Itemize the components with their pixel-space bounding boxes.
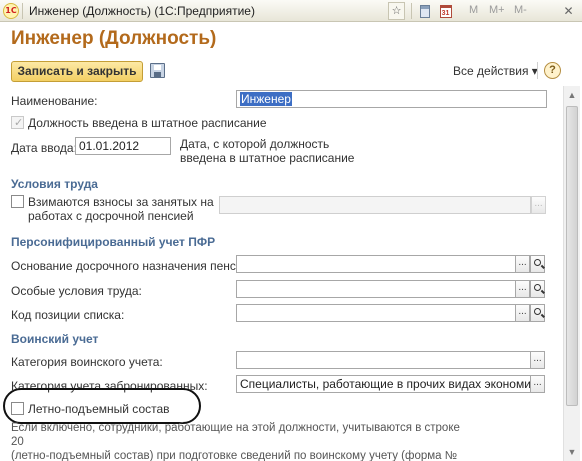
vertical-scrollbar[interactable]: ▲ ▼: [563, 86, 580, 461]
reserved-category-select-button[interactable]: ...: [530, 375, 545, 393]
pension-basis-label: Основание досрочного назначения пенсии:: [11, 259, 253, 273]
calculator-icon[interactable]: [416, 2, 433, 20]
form-title: Инженер (Должность): [11, 28, 217, 49]
header-divider: [537, 62, 538, 79]
list-position-select-button[interactable]: ...: [515, 304, 530, 322]
special-conditions-select-button[interactable]: ...: [515, 280, 530, 298]
scroll-up-icon[interactable]: ▲: [567, 90, 577, 100]
date-hint-line1: Дата, с которой должность: [180, 137, 330, 151]
name-label: Наименование:: [11, 94, 98, 108]
help-icon[interactable]: ?: [544, 62, 561, 79]
titlebar-divider: [22, 3, 23, 19]
all-actions-menu[interactable]: Все действия ▾: [453, 64, 538, 78]
save-and-close-button[interactable]: Записать и закрыть: [11, 61, 143, 82]
titlebar-divider-2: [411, 3, 412, 19]
name-input[interactable]: Инженер: [236, 90, 547, 108]
section-title-work-conditions: Условия труда: [11, 177, 98, 191]
flight-crew-note-line1: Если включено, сотрудники, работающие на…: [11, 422, 460, 448]
staff-schedule-checkbox[interactable]: ✓: [11, 116, 24, 129]
pension-basis-input[interactable]: [236, 255, 516, 273]
scroll-down-icon[interactable]: ▼: [567, 447, 577, 457]
staff-schedule-label: Должность введена в штатное расписание: [28, 116, 267, 130]
pension-basis-search-button[interactable]: [530, 255, 545, 273]
military-category-label: Категория воинского учета:: [11, 355, 163, 369]
special-conditions-label: Особые условия труда:: [11, 284, 142, 298]
list-position-input[interactable]: [236, 304, 516, 322]
scroll-thumb[interactable]: [566, 106, 578, 406]
memory-m-button[interactable]: M: [469, 4, 478, 16]
section-title-military: Воинский учет: [11, 332, 99, 346]
flight-crew-checkbox[interactable]: [11, 402, 24, 415]
close-icon[interactable]: ✕: [560, 2, 577, 20]
date-label: Дата ввода:: [11, 141, 77, 155]
reserved-category-input[interactable]: Специалисты, работающие в прочих видах э…: [236, 375, 531, 393]
military-category-select-button[interactable]: ...: [530, 351, 545, 369]
early-pension-select-button: ...: [531, 196, 546, 214]
military-category-input[interactable]: [236, 351, 531, 369]
flight-crew-note: Если включено, сотрудники, работающие на…: [11, 421, 471, 461]
date-input[interactable]: 01.01.2012: [75, 137, 171, 155]
search-icon: [534, 284, 541, 291]
search-icon: [534, 259, 541, 266]
search-icon: [534, 308, 541, 315]
section-title-pfr: Персонифицированный учет ПФР: [11, 235, 216, 249]
early-pension-label-line1: Взимаются взносы за занятых на: [28, 195, 214, 209]
save-disk-icon[interactable]: [150, 63, 165, 78]
early-pension-input: [219, 196, 531, 214]
window-titlebar: 1С Инженер (Должность) (1С:Предприятие) …: [0, 0, 582, 22]
memory-minus-button[interactable]: M-: [514, 4, 527, 16]
list-position-label: Код позиции списка:: [11, 308, 125, 322]
special-conditions-search-button[interactable]: [530, 280, 545, 298]
memory-plus-button[interactable]: M+: [489, 4, 505, 16]
flight-crew-note-line2: (летно-подъемный состав) при подготовке …: [11, 450, 458, 461]
name-value: Инженер: [240, 92, 292, 106]
special-conditions-input[interactable]: [236, 280, 516, 298]
calendar-icon[interactable]: 31: [437, 2, 454, 20]
1c-logo-icon: 1С: [3, 3, 19, 19]
date-hint-line2: введена в штатное расписание: [180, 151, 355, 165]
flight-crew-label: Летно-подъемный состав: [28, 402, 170, 416]
early-pension-checkbox[interactable]: [11, 195, 24, 208]
pension-basis-select-button[interactable]: ...: [515, 255, 530, 273]
early-pension-label-line2: работах с досрочной пенсией: [28, 209, 194, 223]
window-title: Инженер (Должность) (1С:Предприятие): [29, 4, 255, 18]
list-position-search-button[interactable]: [530, 304, 545, 322]
star-icon[interactable]: ☆: [388, 2, 405, 20]
